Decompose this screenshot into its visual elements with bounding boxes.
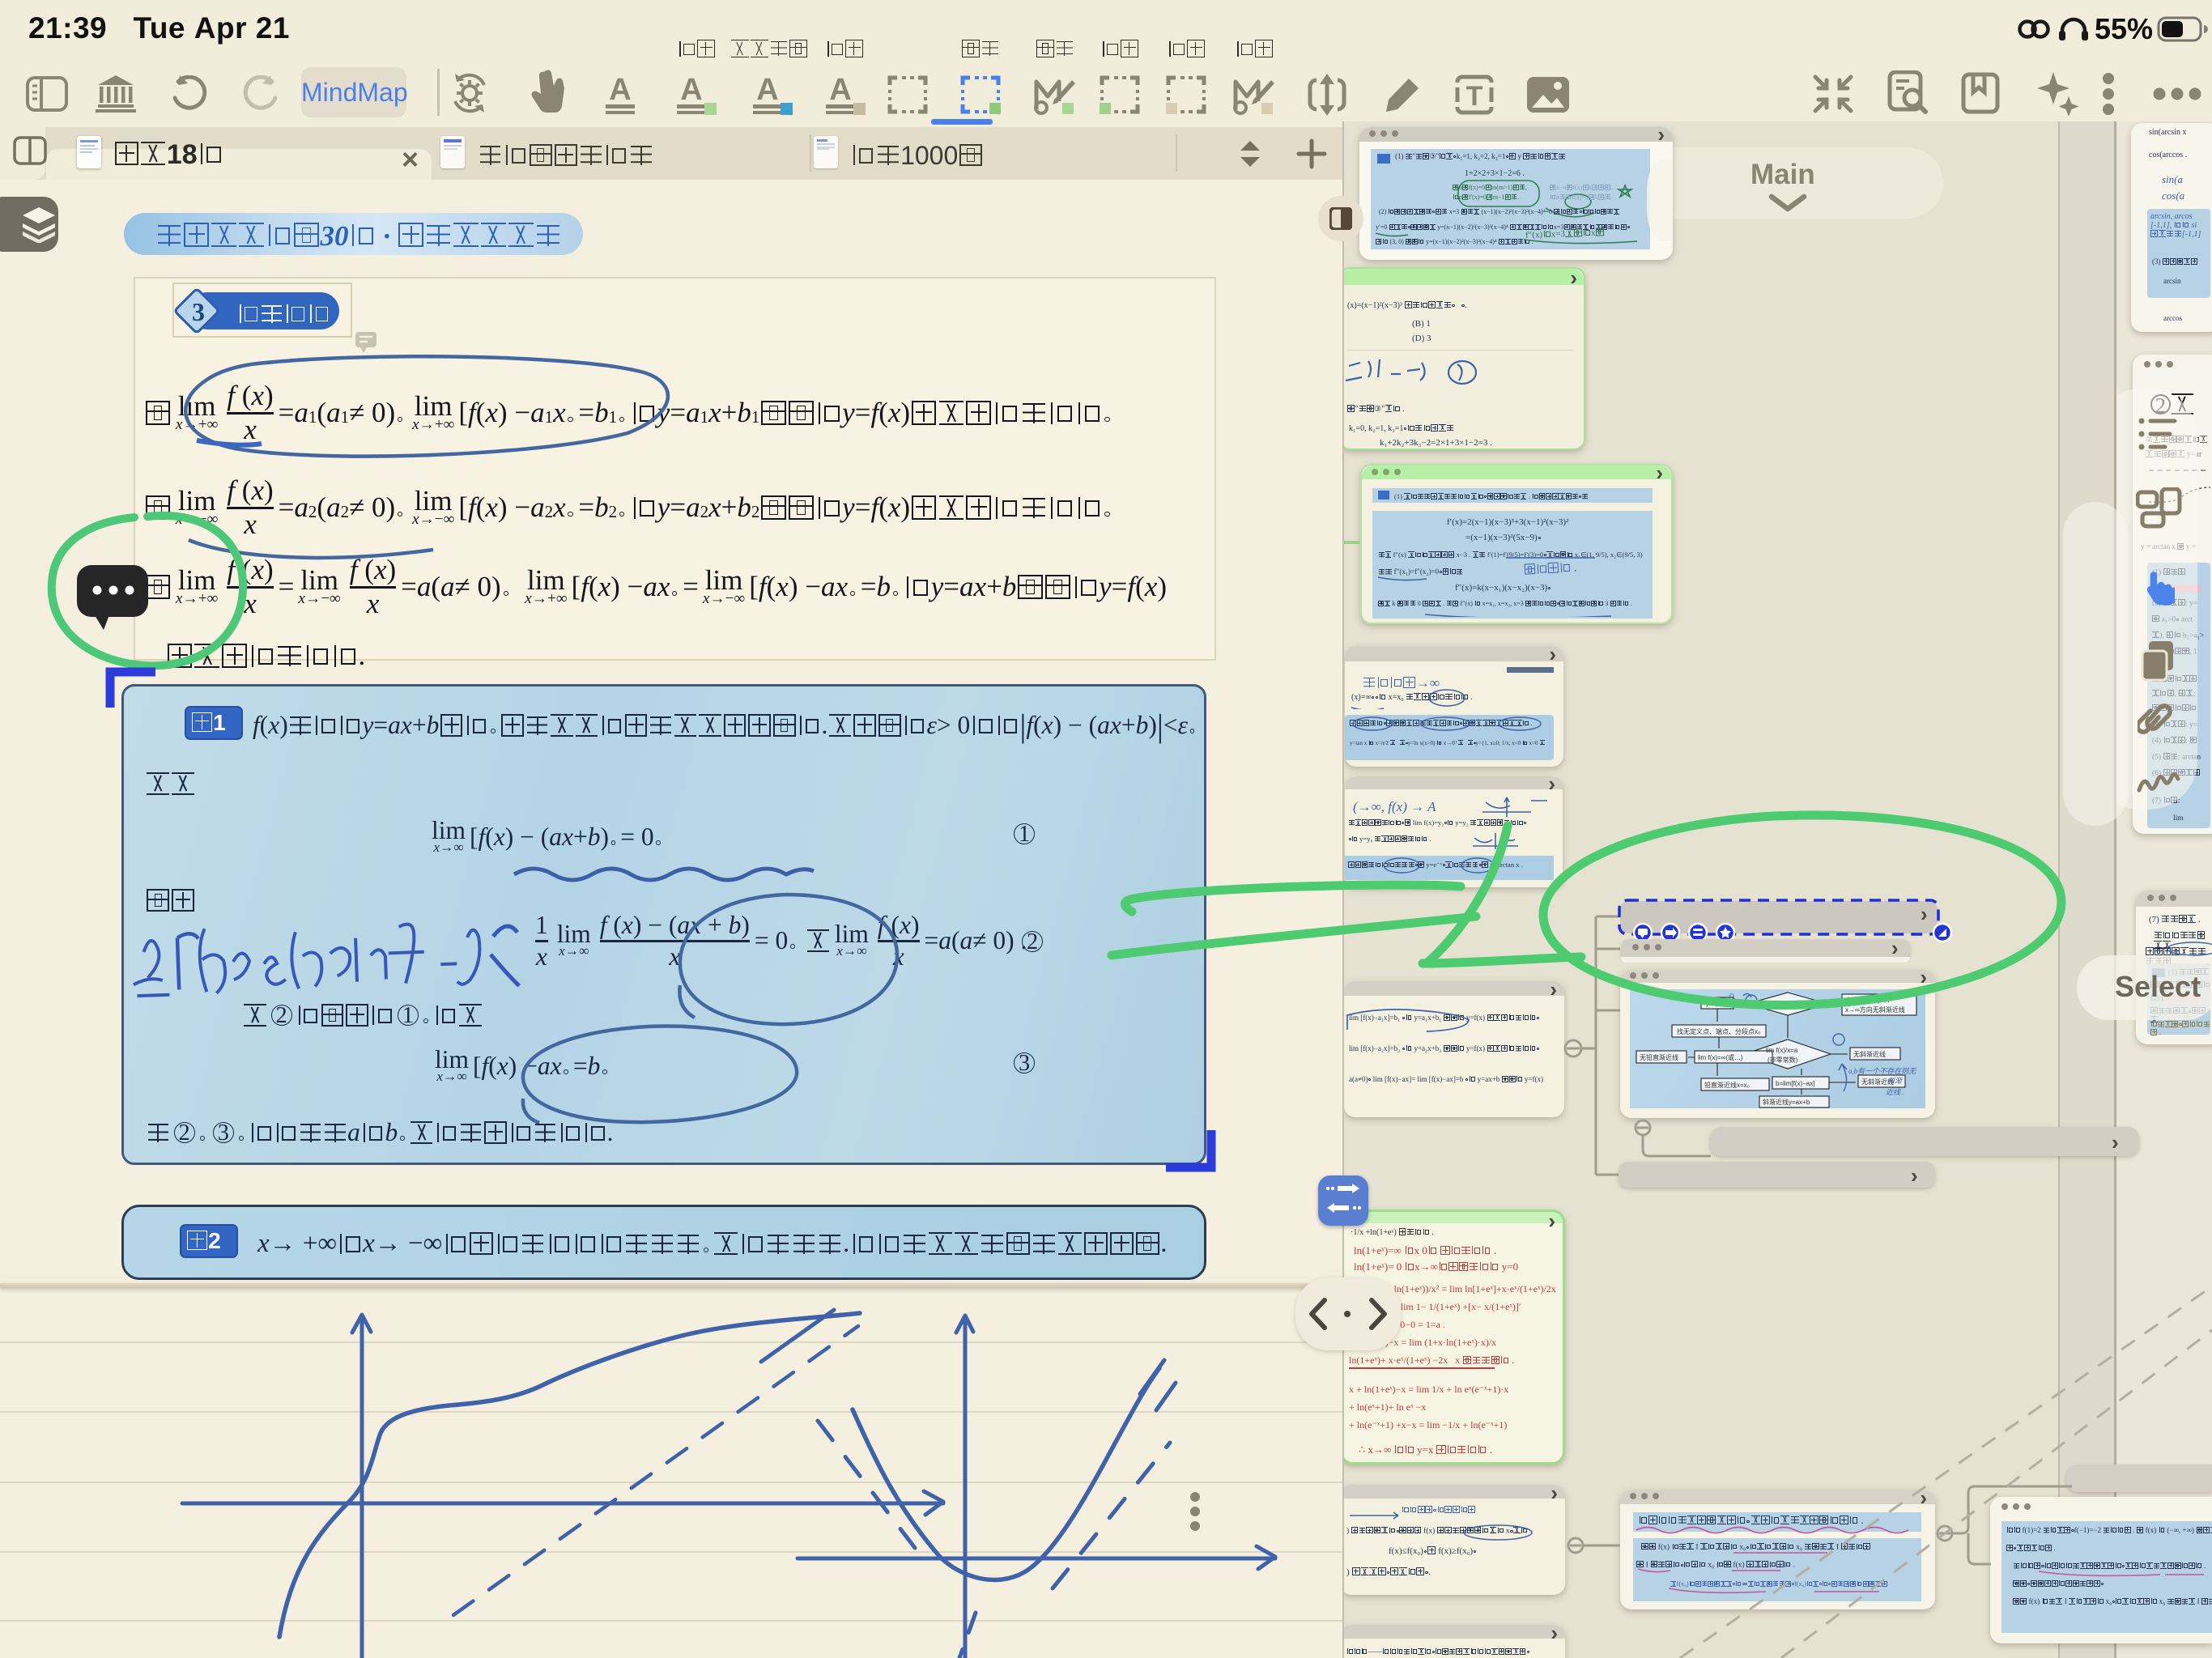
- svg-text:x→∞方向无斜渐近线: x→∞方向无斜渐近线: [1845, 1005, 1905, 1014]
- svg-text:a,b有一个不存在则无: a,b有一个不存在则无: [1848, 1067, 1916, 1075]
- svg-text:y=f(x): y=f(x): [1706, 1000, 1723, 1007]
- svg-text:A: A: [829, 74, 851, 107]
- svg-text:水平渐近线y=A: 水平渐近线y=A: [1845, 996, 1890, 1004]
- svg-text:近线 .: 近线 .: [1886, 1088, 1904, 1096]
- svg-text:A: A: [609, 74, 631, 107]
- svg-text:T: T: [1466, 81, 1483, 112]
- svg-text:(非零常数): (非零常数): [1767, 1056, 1798, 1064]
- svg-text:铅直渐近线x=x₀: 铅直渐近线x=x₀: [1704, 1081, 1750, 1089]
- svg-text:斜渐近线y=ax+b: 斜渐近线y=ax+b: [1763, 1098, 1810, 1106]
- svg-text:lim f(x)=∞(或…): lim f(x)=∞(或…): [1698, 1053, 1743, 1061]
- svg-text:b=lim[f(x)−ax]: b=lim[f(x)−ax]: [1776, 1080, 1814, 1087]
- svg-text:A: A: [756, 74, 778, 107]
- svg-text:55%: 55%: [2095, 12, 2153, 45]
- svg-text:斜渐: 斜渐: [1887, 1077, 1904, 1085]
- svg-text:D.: D.: [1728, 993, 1736, 1001]
- svg-text:无铅直渐近线: 无铅直渐近线: [1640, 1053, 1678, 1061]
- svg-text:lim f(x)/x=a: lim f(x)/x=a: [1766, 1047, 1798, 1054]
- svg-text:找无定义点、端点、分段点x₀: 找无定义点、端点、分段点x₀: [1677, 1027, 1760, 1035]
- svg-text:lim f(x)=A: lim f(x)=A: [1766, 1001, 1794, 1008]
- svg-text:A: A: [680, 74, 702, 107]
- svg-text:无斜渐近线: 无斜渐近线: [1853, 1050, 1886, 1058]
